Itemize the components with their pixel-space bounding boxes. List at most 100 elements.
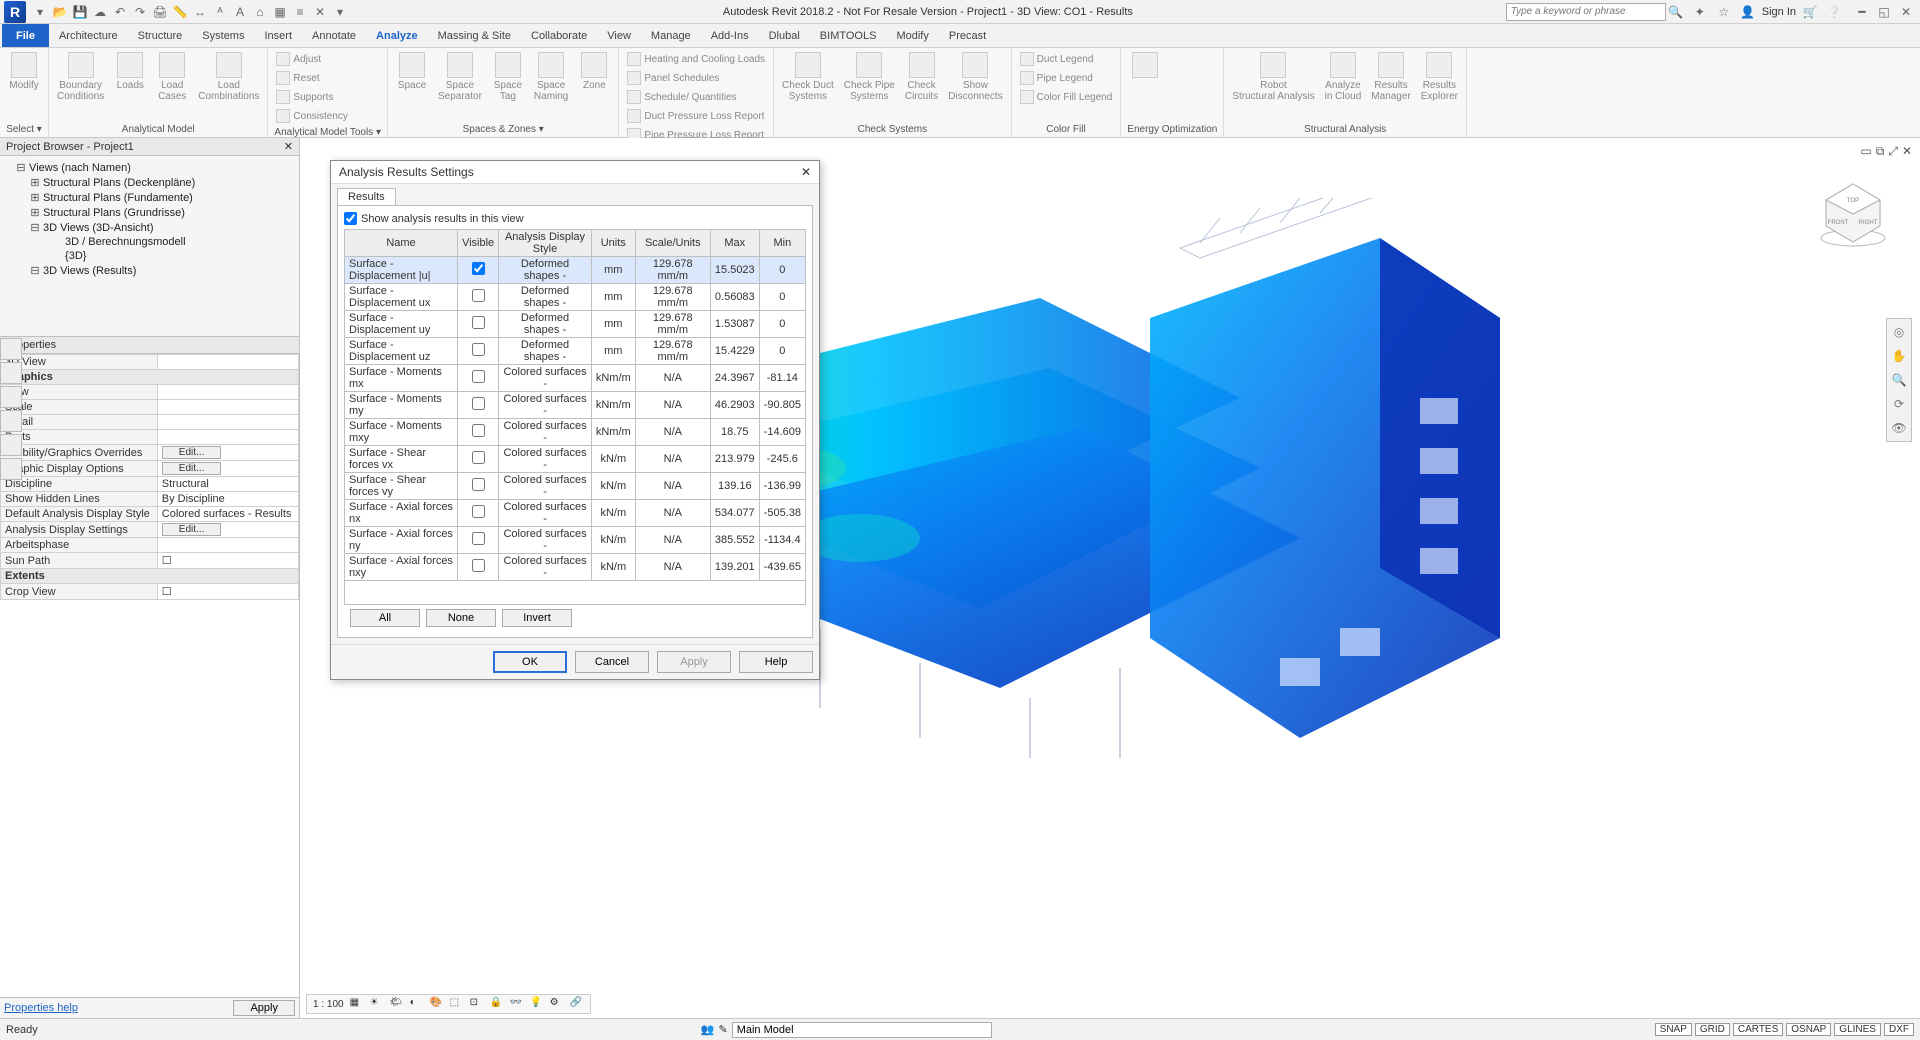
tab-file[interactable]: File	[2, 24, 49, 47]
tab-insert[interactable]: Insert	[254, 24, 302, 47]
temp-hide-icon[interactable]: 👓	[510, 997, 524, 1011]
ribbon-button[interactable]: Space	[394, 50, 430, 93]
dialog-titlebar[interactable]: Analysis Results Settings ✕	[331, 161, 819, 184]
tab-architecture[interactable]: Architecture	[49, 24, 128, 47]
result-row[interactable]: Surface - Shear forces vxColored surface…	[345, 446, 806, 473]
tab-modify[interactable]: Modify	[886, 24, 938, 47]
tab-precast[interactable]: Precast	[939, 24, 996, 47]
visual-style-icon[interactable]: ☀	[370, 997, 384, 1011]
visible-checkbox[interactable]	[472, 532, 485, 545]
property-row[interactable]: Scale	[1, 400, 299, 415]
tree-node[interactable]: ⊟ 3D Views (3D-Ansicht)	[4, 220, 295, 235]
dialog-tab-results[interactable]: Results	[337, 188, 396, 205]
result-row[interactable]: Surface - Displacement uyDeformed shapes…	[345, 311, 806, 338]
sign-in-link[interactable]: Sign In	[1762, 6, 1796, 18]
cancel-button[interactable]: Cancel	[575, 651, 649, 673]
property-row[interactable]: View	[1, 385, 299, 400]
help-button[interactable]: Help	[739, 651, 813, 673]
ribbon-button-small[interactable]: Duct Legend	[1018, 50, 1115, 68]
tab-view[interactable]: View	[597, 24, 641, 47]
thin-lines-icon[interactable]: ≡	[290, 2, 310, 22]
property-row[interactable]: DisciplineStructural	[1, 477, 299, 492]
view-cascade-icon[interactable]: ⧉	[1876, 144, 1885, 159]
keys-icon[interactable]: ✦	[1690, 2, 1710, 22]
ribbon-button-small[interactable]: Consistency	[274, 107, 349, 125]
view-close-icon[interactable]: ✕	[1902, 144, 1912, 159]
ok-button[interactable]: OK	[493, 651, 567, 673]
tab-dlubal[interactable]: Dlubal	[759, 24, 810, 47]
ribbon-button[interactable]: Check Duct Systems	[780, 50, 836, 104]
tab-annotate[interactable]: Annotate	[302, 24, 366, 47]
reveal-icon[interactable]: 💡	[530, 997, 544, 1011]
print-icon[interactable]: 🖨	[150, 2, 170, 22]
palette-tab[interactable]	[0, 362, 22, 384]
close-icon[interactable]: ✕	[284, 140, 293, 153]
ribbon-button[interactable]: Analyze in Cloud	[1323, 50, 1364, 104]
ribbon-button[interactable]: Space Naming	[532, 50, 570, 104]
tab-collaborate[interactable]: Collaborate	[521, 24, 597, 47]
measure-icon[interactable]: 📏	[170, 2, 190, 22]
ribbon-button[interactable]: Space Tag	[490, 50, 526, 104]
ribbon-button-small[interactable]: Pipe Legend	[1018, 69, 1115, 87]
ribbon-button[interactable]: Results Manager	[1369, 50, 1412, 104]
property-row[interactable]: Sun Path☐	[1, 553, 299, 569]
visible-checkbox[interactable]	[472, 343, 485, 356]
result-row[interactable]: Surface - Moments myColored surfaces -kN…	[345, 392, 806, 419]
snap-toggle[interactable]: DXF	[1884, 1023, 1914, 1036]
tag-icon[interactable]: ᴬ	[210, 2, 230, 22]
property-row[interactable]: Show Hidden LinesBy Discipline	[1, 492, 299, 507]
visible-checkbox[interactable]	[472, 478, 485, 491]
ribbon-button[interactable]	[1127, 50, 1163, 82]
ribbon-button-small[interactable]: Panel Schedules	[625, 69, 767, 87]
property-row[interactable]: Arbeitsphase	[1, 538, 299, 553]
snap-toggle[interactable]: OSNAP	[1786, 1023, 1831, 1036]
view-cube[interactable]: TOP FRONT RIGHT	[1816, 178, 1890, 252]
apps-icon[interactable]: 🛒	[1800, 2, 1820, 22]
view-max-icon[interactable]: ⤢	[1888, 144, 1898, 159]
invert-button[interactable]: Invert	[502, 609, 572, 627]
star-icon[interactable]: ☆	[1714, 2, 1734, 22]
crop-icon[interactable]: ⬚	[450, 997, 464, 1011]
palette-tab[interactable]	[0, 386, 22, 408]
property-row[interactable]: Analysis Display SettingsEdit...	[1, 522, 299, 538]
editable-icon[interactable]: ✎	[718, 1023, 727, 1036]
close-icon[interactable]: ✕	[801, 165, 811, 179]
crop-region-icon[interactable]: ⊡	[470, 997, 484, 1011]
property-row[interactable]: Default Analysis Display StyleColored su…	[1, 507, 299, 522]
result-row[interactable]: Surface - Moments mxColored surfaces -kN…	[345, 365, 806, 392]
tree-node[interactable]: ⊟ Views (nach Namen)	[4, 160, 295, 175]
view-tile-icon[interactable]: ▭	[1860, 144, 1871, 159]
all-button[interactable]: All	[350, 609, 420, 627]
user-icon[interactable]: 👤	[1738, 2, 1758, 22]
snap-toggle[interactable]: SNAP	[1655, 1023, 1692, 1036]
property-row[interactable]: Visibility/Graphics OverridesEdit...	[1, 445, 299, 461]
visible-checkbox[interactable]	[472, 370, 485, 383]
property-row[interactable]: 3D View	[1, 355, 299, 370]
main-model-select[interactable]	[732, 1022, 992, 1038]
palette-tab[interactable]	[0, 458, 22, 480]
none-button[interactable]: None	[426, 609, 496, 627]
palette-tab[interactable]	[0, 410, 22, 432]
tree-node[interactable]: ⊞ Structural Plans (Fundamente)	[4, 190, 295, 205]
sync-icon[interactable]: ☁	[90, 2, 110, 22]
property-row[interactable]: Crop View☐	[1, 584, 299, 600]
tree-node[interactable]: {3D}	[4, 249, 295, 263]
ribbon-button[interactable]: Load Combinations	[196, 50, 261, 104]
visible-checkbox[interactable]	[472, 559, 485, 572]
ribbon-button[interactable]: Modify	[6, 50, 42, 93]
constraints-icon[interactable]: 🔗	[570, 997, 584, 1011]
nav-pan-icon[interactable]: ✋	[1890, 347, 1908, 365]
scale-value[interactable]: 1 : 100	[313, 999, 344, 1010]
tab-manage[interactable]: Manage	[641, 24, 701, 47]
properties-table[interactable]: 3D ViewGraphicsViewScaleDetailPartsVisib…	[0, 354, 299, 600]
snap-toggle[interactable]: GLINES	[1834, 1023, 1881, 1036]
ribbon-button[interactable]: Boundary Conditions	[55, 50, 106, 104]
result-row[interactable]: Surface - Axial forces nxyColored surfac…	[345, 554, 806, 581]
restore-icon[interactable]: ◱	[1874, 2, 1894, 22]
open-icon[interactable]: 📂	[50, 2, 70, 22]
save-icon[interactable]: 💾	[70, 2, 90, 22]
visible-checkbox[interactable]	[472, 424, 485, 437]
palette-tab[interactable]	[0, 338, 22, 360]
switch-window-icon[interactable]: ▾	[330, 2, 350, 22]
tree-node[interactable]: ⊞ Structural Plans (Grundrisse)	[4, 205, 295, 220]
